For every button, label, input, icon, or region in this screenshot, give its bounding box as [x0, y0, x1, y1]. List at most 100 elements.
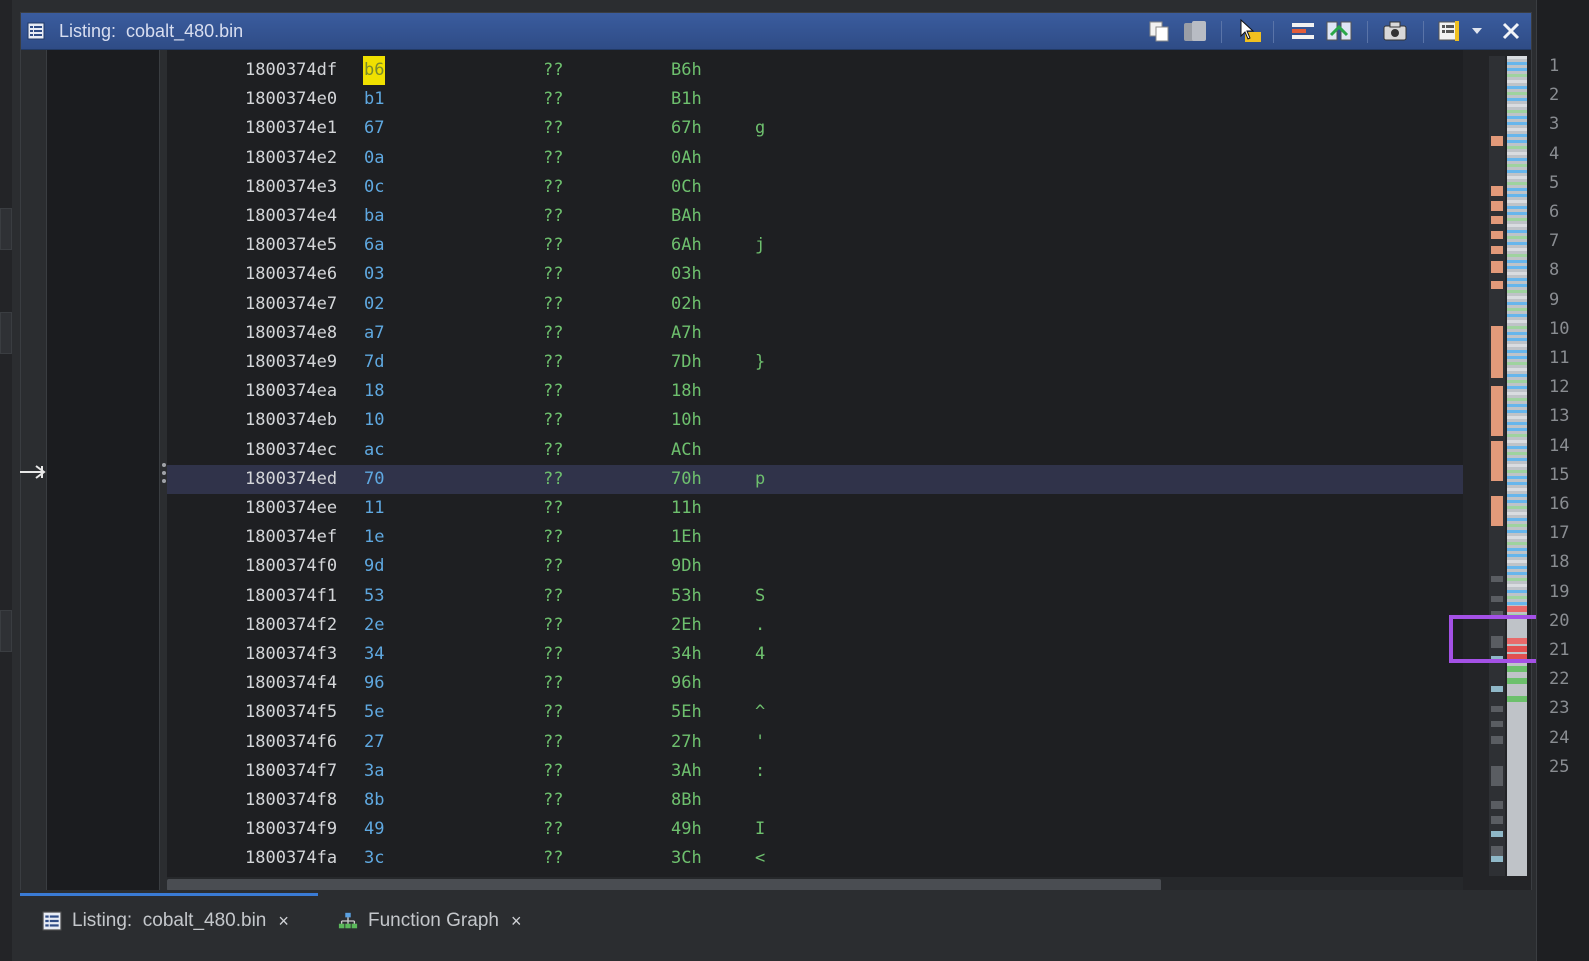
listing-char[interactable]: S	[755, 582, 765, 611]
listing-value[interactable]: 5Eh	[671, 698, 702, 727]
listing-value[interactable]: 53h	[671, 582, 702, 611]
listing-address[interactable]: 1800374f3	[245, 640, 337, 669]
listing-row[interactable]: 1800374e7 02?? 02h	[167, 290, 1463, 319]
listing-char[interactable]: :	[755, 757, 765, 786]
listing-address[interactable]: 1800374e7	[245, 290, 337, 319]
listing-address[interactable]: 1800374ef	[245, 523, 337, 552]
listing-value[interactable]: 10h	[671, 406, 702, 435]
listing-char[interactable]: '	[755, 728, 765, 757]
listing-address[interactable]: 1800374f2	[245, 611, 337, 640]
options-icon[interactable]	[1435, 17, 1463, 45]
listing-byte[interactable]: 2e	[363, 611, 385, 640]
listing-address[interactable]: 1800374ea	[245, 377, 337, 406]
listing-row[interactable]: 1800374df b6?? B6h	[167, 56, 1463, 85]
listing-row[interactable]: 1800374f5 5e?? 5Eh ^	[167, 698, 1463, 727]
listing-row[interactable]: 1800374f7 3a?? 3Ah:	[167, 757, 1463, 786]
listing-byte[interactable]: 49	[363, 815, 385, 844]
cursor-highlight-icon[interactable]	[1235, 17, 1263, 45]
listing-value[interactable]: 3Ch	[671, 844, 702, 873]
listing-byte[interactable]: 10	[363, 406, 385, 435]
listing-char[interactable]: j	[755, 231, 765, 260]
snapshot-icon[interactable]	[1381, 17, 1409, 45]
listing-value[interactable]: 1Eh	[671, 523, 702, 552]
listing-mnemonic[interactable]: ??	[543, 698, 563, 727]
overview-bar-navigation[interactable]	[1489, 56, 1505, 876]
listing-row[interactable]: 1800374e1 67?? 67h g	[167, 114, 1463, 143]
listing-mnemonic[interactable]: ??	[543, 144, 563, 173]
listing-value[interactable]: 8Bh	[671, 786, 702, 815]
listing-mnemonic[interactable]: ??	[543, 815, 563, 844]
listing-byte[interactable]: b6	[363, 56, 386, 85]
left-strip-handle[interactable]	[0, 610, 12, 652]
listing-row[interactable]: 1800374ee 11?? 11h	[167, 494, 1463, 523]
listing-value[interactable]: 11h	[671, 494, 702, 523]
listing-row[interactable]: 1800374e9 7d?? 7Dh}	[167, 348, 1463, 377]
listing-byte[interactable]: 27	[363, 728, 385, 757]
listing-address[interactable]: 1800374f8	[245, 786, 337, 815]
listing-mnemonic[interactable]: ??	[543, 523, 563, 552]
listing-mnemonic[interactable]: ??	[543, 377, 563, 406]
listing-byte[interactable]: 6a	[363, 231, 385, 260]
listing-value[interactable]: 34h	[671, 640, 702, 669]
listing-value[interactable]: A7h	[671, 319, 702, 348]
title-bar[interactable]: Listing: cobalt_480.bin	[21, 13, 1531, 50]
gutter-divider[interactable]	[159, 50, 167, 900]
listing-row[interactable]: 1800374e0 b1?? B1h	[167, 85, 1463, 114]
listing-byte[interactable]: a7	[363, 319, 385, 348]
listing-address[interactable]: 1800374e9	[245, 348, 337, 377]
listing-mnemonic[interactable]: ??	[543, 611, 563, 640]
listing-byte[interactable]: 18	[363, 377, 385, 406]
listing-mnemonic[interactable]: ??	[543, 465, 563, 494]
listing-value[interactable]: 27h	[671, 728, 702, 757]
listing-mnemonic[interactable]: ??	[543, 290, 563, 319]
listing-mnemonic[interactable]: ??	[543, 260, 563, 289]
listing-address[interactable]: 1800374f9	[245, 815, 337, 844]
listing-mnemonic[interactable]: ??	[543, 436, 563, 465]
listing-row[interactable]: 1800374f6 27?? 27h '	[167, 728, 1463, 757]
listing-value[interactable]: BAh	[671, 202, 702, 231]
listing-byte[interactable]: 8b	[363, 786, 385, 815]
listing-value[interactable]: 49h	[671, 815, 702, 844]
tab-function-graph[interactable]: Function Graph ×	[338, 908, 521, 934]
listing-row[interactable]: 1800374f1 53?? 53h S	[167, 582, 1463, 611]
listing-byte[interactable]: ac	[363, 436, 385, 465]
listing-value[interactable]: 0Ch	[671, 173, 702, 202]
listing-row[interactable]: 1800374e2 0a?? 0Ah	[167, 144, 1463, 173]
listing-char[interactable]: g	[755, 114, 765, 143]
listing-row[interactable]: 1800374ea 18?? 18h	[167, 377, 1463, 406]
listing-address[interactable]: 1800374e8	[245, 319, 337, 348]
listing-row[interactable]: 1800374e5 6a?? 6Ah j	[167, 231, 1463, 260]
listing-mnemonic[interactable]: ??	[543, 494, 563, 523]
overview-panel[interactable]	[1463, 50, 1531, 893]
listing-byte[interactable]: 03	[363, 260, 385, 289]
listing-address[interactable]: 1800374e4	[245, 202, 337, 231]
listing-row[interactable]: 1800374e4 ba?? BAh	[167, 202, 1463, 231]
listing-char[interactable]: <	[755, 844, 765, 873]
listing-mnemonic[interactable]: ??	[543, 173, 563, 202]
listing-byte[interactable]: 96	[363, 669, 385, 698]
listing-byte[interactable]: 1e	[363, 523, 385, 552]
listing-address[interactable]: 1800374f7	[245, 757, 337, 786]
listing-byte[interactable]: 0a	[363, 144, 385, 173]
overview-bar-entropy[interactable]	[1507, 56, 1527, 876]
field-layout-icon[interactable]	[1289, 17, 1317, 45]
diff-icon[interactable]	[1325, 17, 1353, 45]
close-icon[interactable]	[1497, 17, 1525, 45]
listing-value[interactable]: 9Dh	[671, 552, 702, 581]
listing-byte[interactable]: 3a	[363, 757, 385, 786]
listing-value[interactable]: 18h	[671, 377, 702, 406]
listing-value[interactable]: 70h	[671, 465, 702, 494]
listing-mnemonic[interactable]: ??	[543, 786, 563, 815]
listing-row[interactable]: 1800374fa 3c?? 3Ch <	[167, 844, 1463, 873]
listing-mnemonic[interactable]: ??	[543, 552, 563, 581]
listing-char[interactable]: }	[755, 348, 765, 377]
listing-address[interactable]: 1800374e1	[245, 114, 337, 143]
listing-mnemonic[interactable]: ??	[543, 406, 563, 435]
listing-byte[interactable]: 34	[363, 640, 385, 669]
listing-address[interactable]: 1800374fa	[245, 844, 337, 873]
arrow-right-icon[interactable]	[18, 462, 48, 482]
listing-value[interactable]: ACh	[671, 436, 702, 465]
listing-value[interactable]: 2Eh	[671, 611, 702, 640]
listing-value[interactable]: 03h	[671, 260, 702, 289]
close-icon[interactable]: ×	[511, 911, 522, 932]
